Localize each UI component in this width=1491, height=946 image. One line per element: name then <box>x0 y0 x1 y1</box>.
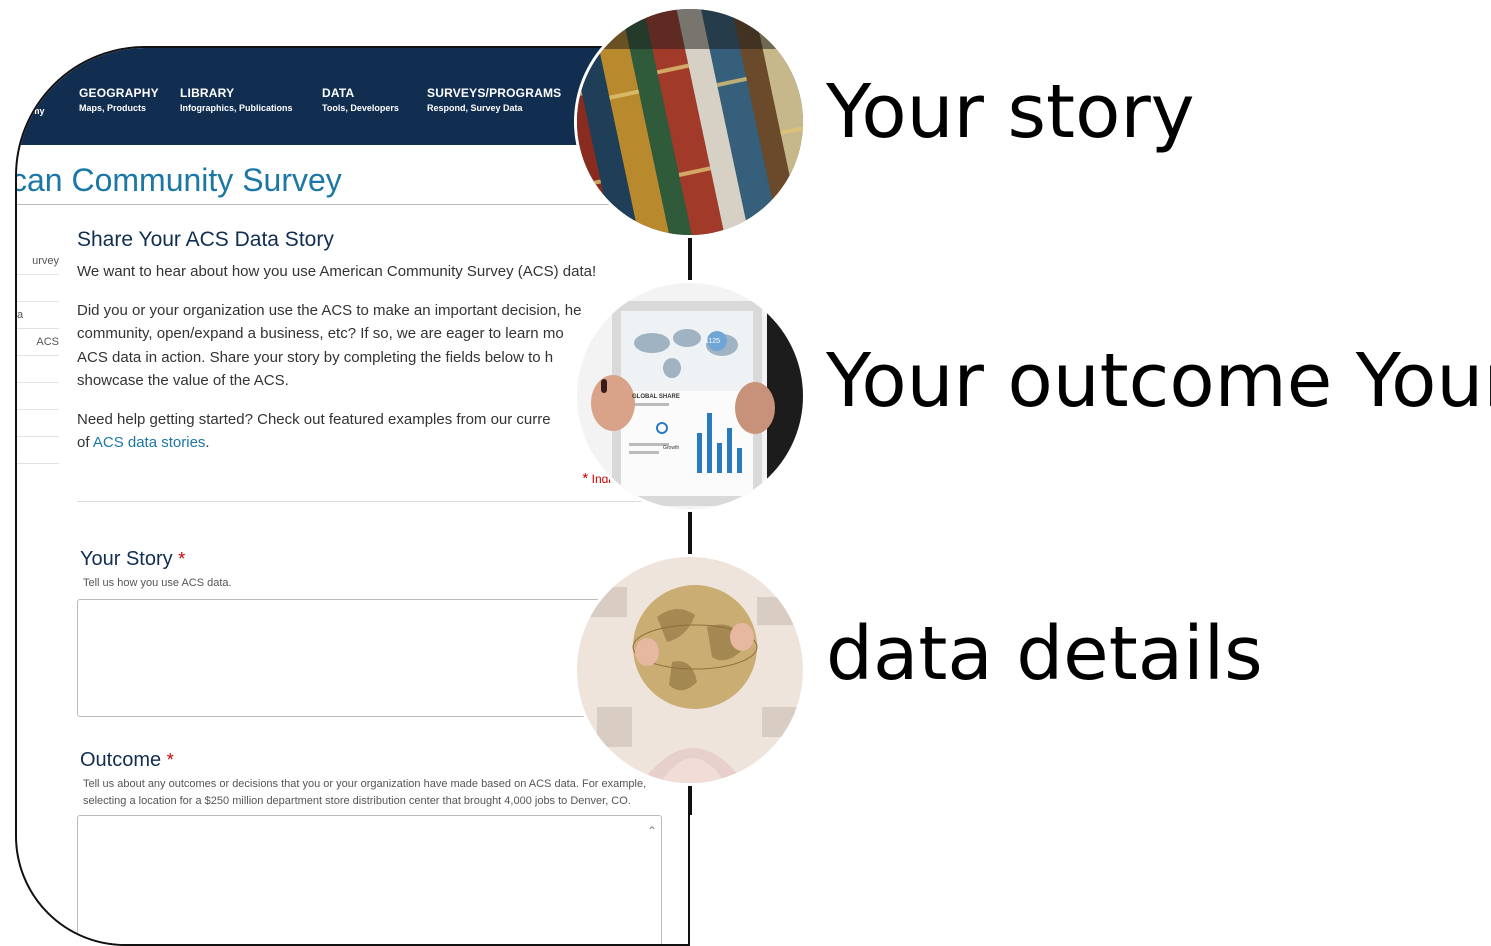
nav-partial-label: onomy <box>15 106 45 116</box>
nav-data-title: DATA <box>322 86 355 100</box>
nav-library-title: LIBRARY <box>180 86 235 100</box>
help-prefix: of <box>77 434 93 451</box>
website-screenshot: onomy GEOGRAPHY Maps, Products LIBRARY I… <box>15 46 690 946</box>
sidenav-item[interactable]: urvey <box>17 248 59 275</box>
nav-data-sub: Tools, Developers <box>322 103 399 113</box>
story-required-star: * <box>178 549 186 569</box>
outcome-required-star: * <box>166 750 174 770</box>
required-note: * Indicates a requ <box>77 470 677 487</box>
nav-item-geography[interactable]: GEOGRAPHY Maps, Products <box>79 86 159 113</box>
nav-surveys-sub: Respond, Survey Data <box>427 103 523 113</box>
description-line: ACS data in action. Share your story by … <box>77 348 554 366</box>
story-help: Tell us how you use ACS data. <box>83 577 232 589</box>
acs-data-stories-link[interactable]: ACS data stories <box>93 434 206 451</box>
sidenav-item[interactable] <box>17 410 59 437</box>
sidenav-item[interactable] <box>17 437 59 464</box>
description-line: showcase the value of the ACS. <box>77 372 289 389</box>
caption-your-story: Your story <box>826 69 1195 155</box>
nav-library-sub: Infographics, Publications <box>180 103 293 113</box>
sidenav-item[interactable] <box>17 356 59 383</box>
side-navigation: urvey a ACS <box>17 248 59 464</box>
nav-item-data[interactable]: DATA Tools, Developers <box>322 86 399 113</box>
outcome-label: Outcome * <box>80 749 646 772</box>
outcome-textarea[interactable]: ⌃ <box>77 815 662 944</box>
timeline-connector <box>690 785 692 815</box>
nav-item-surveys[interactable]: SURVEYS/PROGRAMS Respond, Survey Data <box>427 86 561 113</box>
caption-data-details: data details <box>826 611 1263 697</box>
form-divider <box>77 500 677 502</box>
section-heading: Share Your ACS Data Story <box>77 228 334 251</box>
required-star: * <box>582 469 589 487</box>
sidenav-item[interactable] <box>17 383 59 410</box>
nav-geography-sub: Maps, Products <box>79 103 147 113</box>
page-title: can Community Survey <box>15 162 342 198</box>
outcome-help: Tell us about any outcomes or decisions … <box>83 776 646 809</box>
intro-text: We want to hear about how you use Americ… <box>77 263 597 280</box>
story-label-text: Your Story <box>80 548 173 570</box>
sidenav-item[interactable] <box>17 275 59 302</box>
description-line: Did you or your organization use the ACS… <box>77 301 582 319</box>
timeline-connector <box>690 508 692 556</box>
help-suffix: . <box>205 434 210 451</box>
nav-surveys-title: SURVEYS/PROGRAMS <box>427 86 562 100</box>
outcome-field-header: Outcome * Tell us about any outcomes or … <box>80 749 646 809</box>
scroll-up-icon[interactable]: ⌃ <box>647 824 657 838</box>
books-photo <box>574 6 806 238</box>
tablet-panel-title: GLOBAL SHARE <box>632 394 680 400</box>
tablet-badge: 1125 <box>705 338 721 345</box>
story-label: Your Story * <box>80 548 232 571</box>
sidenav-item[interactable]: ACS <box>17 329 59 356</box>
globe-photo <box>574 554 806 786</box>
outcome-label-text: Outcome <box>80 749 162 771</box>
timeline-connector <box>690 232 692 280</box>
description-line: community, open/expand a business, etc? … <box>77 325 564 342</box>
story-field-header: Your Story * Tell us how you use ACS dat… <box>80 548 232 592</box>
nav-item-partial[interactable]: onomy <box>15 103 45 116</box>
nav-item-library[interactable]: LIBRARY Infographics, Publications <box>180 86 293 113</box>
tablet-photo: 1125 GLOBAL SHARE Growth <box>574 280 806 512</box>
nav-geography-title: GEOGRAPHY <box>79 86 159 100</box>
help-line: Need help getting started? Check out fea… <box>77 410 551 428</box>
outcome-help-line: Tell us about any outcomes or decisions … <box>83 778 647 790</box>
caption-your-outcome: Your outcome Your <box>826 338 1491 424</box>
outcome-help-line: selecting a location for a $250 million … <box>83 794 631 807</box>
sidenav-item[interactable]: a <box>17 302 59 329</box>
title-divider <box>17 204 688 205</box>
tablet-panel-sub: Growth <box>663 445 680 451</box>
